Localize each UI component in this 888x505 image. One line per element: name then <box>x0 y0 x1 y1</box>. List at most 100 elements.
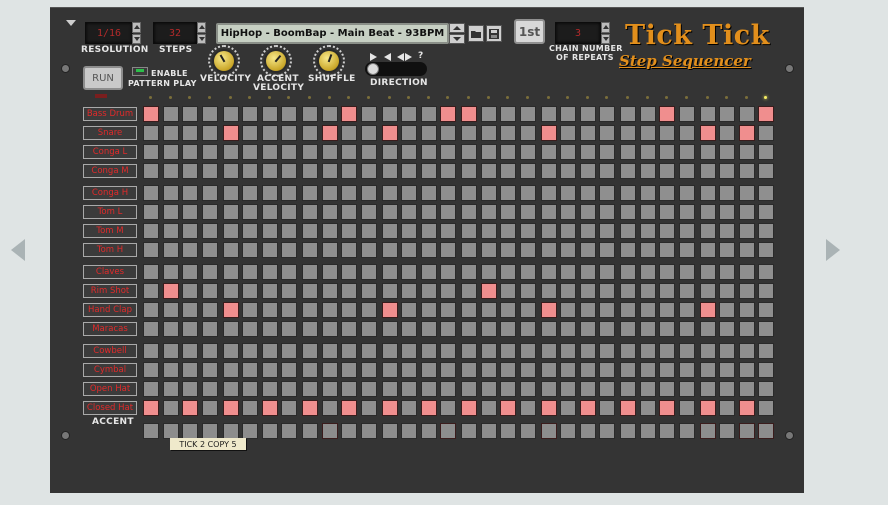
step-pad[interactable] <box>281 343 297 359</box>
step-pad[interactable] <box>262 283 278 299</box>
step-pad[interactable] <box>541 125 557 141</box>
accent-pad[interactable] <box>440 423 456 439</box>
step-pad[interactable] <box>620 400 636 416</box>
step-pad[interactable] <box>719 381 735 397</box>
instrument-label[interactable]: Cymbal <box>83 363 137 377</box>
step-pad[interactable] <box>401 125 417 141</box>
step-pad[interactable] <box>739 242 755 258</box>
step-pad[interactable] <box>659 283 675 299</box>
enable-pattern-play-toggle[interactable] <box>132 67 148 76</box>
step-pad[interactable] <box>361 400 377 416</box>
step-pad[interactable] <box>281 223 297 239</box>
step-pad[interactable] <box>620 381 636 397</box>
accent-velocity-knob[interactable] <box>260 45 292 77</box>
step-pad[interactable] <box>481 362 497 378</box>
accent-pad[interactable] <box>679 423 695 439</box>
step-pad[interactable] <box>739 302 755 318</box>
step-pad[interactable] <box>322 283 338 299</box>
shuffle-knob[interactable] <box>313 45 345 77</box>
step-pad[interactable] <box>500 163 516 179</box>
step-pad[interactable] <box>262 144 278 160</box>
step-pad[interactable] <box>421 343 437 359</box>
step-pad[interactable] <box>481 144 497 160</box>
step-pad[interactable] <box>500 343 516 359</box>
step-pad[interactable] <box>541 362 557 378</box>
step-pad[interactable] <box>700 144 716 160</box>
step-pad[interactable] <box>541 204 557 220</box>
step-pad[interactable] <box>242 144 258 160</box>
step-pad[interactable] <box>620 223 636 239</box>
step-pad[interactable] <box>440 163 456 179</box>
patch-down-icon[interactable] <box>449 34 465 44</box>
step-pad[interactable] <box>500 204 516 220</box>
step-pad[interactable] <box>302 204 318 220</box>
step-pad[interactable] <box>202 302 218 318</box>
resolution-down-icon[interactable] <box>132 33 141 44</box>
step-pad[interactable] <box>182 144 198 160</box>
accent-pad[interactable] <box>182 423 198 439</box>
step-pad[interactable] <box>560 283 576 299</box>
step-pad[interactable] <box>500 106 516 122</box>
step-pad[interactable] <box>758 362 774 378</box>
step-pad[interactable] <box>520 204 536 220</box>
step-pad[interactable] <box>341 381 357 397</box>
step-pad[interactable] <box>341 163 357 179</box>
step-pad[interactable] <box>541 343 557 359</box>
step-pad[interactable] <box>401 362 417 378</box>
step-pad[interactable] <box>143 223 159 239</box>
step-pad[interactable] <box>580 144 596 160</box>
step-pad[interactable] <box>401 185 417 201</box>
step-pad[interactable] <box>401 264 417 280</box>
step-pad[interactable] <box>421 242 437 258</box>
step-pad[interactable] <box>719 400 735 416</box>
step-pad[interactable] <box>560 185 576 201</box>
step-pad[interactable] <box>421 381 437 397</box>
step-pad[interactable] <box>401 302 417 318</box>
step-pad[interactable] <box>481 204 497 220</box>
step-pad[interactable] <box>700 400 716 416</box>
step-pad[interactable] <box>143 343 159 359</box>
step-pad[interactable] <box>440 264 456 280</box>
step-pad[interactable] <box>679 223 695 239</box>
step-pad[interactable] <box>182 125 198 141</box>
accent-pad[interactable] <box>758 423 774 439</box>
step-pad[interactable] <box>580 381 596 397</box>
step-pad[interactable] <box>440 242 456 258</box>
step-pad[interactable] <box>202 242 218 258</box>
step-pad[interactable] <box>421 321 437 337</box>
step-pad[interactable] <box>182 283 198 299</box>
step-pad[interactable] <box>520 362 536 378</box>
step-pad[interactable] <box>242 264 258 280</box>
accent-pad[interactable] <box>341 423 357 439</box>
step-pad[interactable] <box>302 321 318 337</box>
step-pad[interactable] <box>202 381 218 397</box>
step-pad[interactable] <box>242 283 258 299</box>
step-pad[interactable] <box>541 264 557 280</box>
step-pad[interactable] <box>620 106 636 122</box>
step-pad[interactable] <box>421 362 437 378</box>
velocity-knob[interactable] <box>208 45 240 77</box>
step-pad[interactable] <box>440 283 456 299</box>
step-pad[interactable] <box>520 163 536 179</box>
step-pad[interactable] <box>382 400 398 416</box>
step-pad[interactable] <box>401 242 417 258</box>
step-pad[interactable] <box>421 264 437 280</box>
step-pad[interactable] <box>541 381 557 397</box>
step-pad[interactable] <box>361 321 377 337</box>
step-pad[interactable] <box>541 163 557 179</box>
step-pad[interactable] <box>322 242 338 258</box>
step-pad[interactable] <box>421 106 437 122</box>
step-pad[interactable] <box>700 163 716 179</box>
step-pad[interactable] <box>599 163 615 179</box>
step-pad[interactable] <box>719 144 735 160</box>
step-pad[interactable] <box>700 242 716 258</box>
step-pad[interactable] <box>202 264 218 280</box>
step-pad[interactable] <box>599 283 615 299</box>
step-pad[interactable] <box>281 362 297 378</box>
patch-up-icon[interactable] <box>449 23 465 33</box>
step-pad[interactable] <box>739 321 755 337</box>
step-pad[interactable] <box>182 223 198 239</box>
step-pad[interactable] <box>640 302 656 318</box>
step-pad[interactable] <box>500 242 516 258</box>
step-pad[interactable] <box>679 283 695 299</box>
